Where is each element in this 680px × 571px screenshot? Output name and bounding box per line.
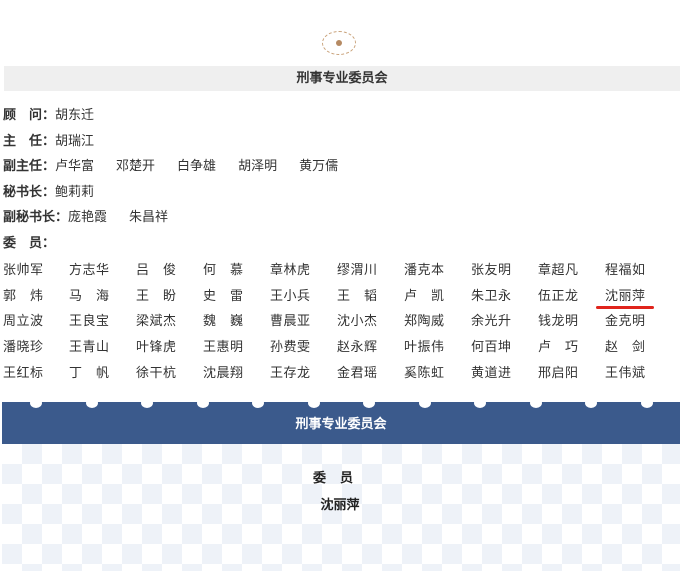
member-name: 魏巍	[203, 314, 243, 330]
role-person-name: 胡瑞江	[55, 133, 95, 149]
role-names: 胡东迁	[55, 108, 116, 123]
role-row: 委 员：	[3, 231, 360, 257]
role-row: 副主任：卢华富 邓楚开 白争雄 胡泽明 黄万儒	[3, 154, 360, 180]
role-label: 副主任：	[3, 159, 56, 174]
role-names: 鲍莉莉	[55, 185, 116, 200]
member-name: 金君瑶	[337, 365, 377, 381]
member-name: 曹晨亚	[270, 314, 310, 330]
scallop-shape	[474, 398, 486, 408]
member-name: 丁帆	[69, 365, 109, 381]
scallop-shape	[307, 398, 320, 408]
member-name: 金克明	[605, 314, 645, 330]
role-row: 秘书长：鲍莉莉	[3, 180, 360, 206]
member-name: 马海	[69, 288, 109, 304]
scallop-shape	[85, 398, 98, 408]
scallop-shape	[363, 398, 375, 408]
role-person-name: 朱昌祥	[129, 210, 169, 225]
member-name: 程福如	[605, 263, 645, 278]
role-row: 副秘书长：庞艳霞 朱昌祥	[3, 205, 360, 231]
member-name: 王小兵	[270, 288, 310, 304]
member-name: 沈小杰	[337, 314, 377, 330]
member-name: 缪渭川	[337, 263, 377, 278]
member-name: 孙费雯	[270, 340, 310, 356]
role-label: 委 员：	[3, 235, 56, 251]
role-label: 主 任：	[3, 133, 56, 149]
member-name: 潘克本	[404, 263, 444, 278]
member-name: 郑陶威	[404, 314, 444, 330]
member-name: 王伟斌	[605, 365, 645, 381]
member-name: 吕俊	[136, 263, 176, 278]
scallop-shape	[252, 398, 264, 408]
role-label: 顾 问：	[3, 108, 56, 123]
member-name: 赵永辉	[337, 340, 377, 356]
member-name: 伍正龙	[538, 288, 578, 304]
member-name: 卢巧	[538, 340, 578, 356]
member-name: 朱卫永	[471, 288, 511, 304]
member-name: 周立波	[3, 314, 43, 330]
member-name: 邢启阳	[538, 365, 578, 381]
member-name: 奚陈虹	[404, 365, 444, 381]
scallop-shape	[196, 398, 209, 408]
member-name: 梁斌杰	[136, 314, 176, 330]
member-name: 王盼	[136, 288, 176, 304]
role-label: 秘书长：	[3, 184, 56, 200]
member-name: 方志华	[69, 263, 109, 278]
role-names: 卢华富 邓楚开 白争雄 胡泽明 黄万儒	[55, 159, 360, 174]
role-row: 顾 问：胡东迁	[3, 103, 360, 129]
section-title: 刑事专业委员会	[4, 66, 680, 91]
member-name: 王存龙	[270, 365, 310, 381]
member-name: 史雷	[203, 288, 243, 304]
role-names: 庞艳霞 朱昌祥	[68, 210, 190, 225]
member-name: 王惠明	[203, 340, 243, 356]
role-person-name: 胡泽明	[238, 159, 278, 174]
role-person-name: 黄万儒	[299, 159, 339, 174]
role-label: 副秘书长：	[3, 210, 69, 225]
card-role: 委员	[312, 471, 367, 486]
member-name: 王红标	[3, 365, 43, 381]
scallop-shape	[640, 398, 653, 408]
role-person-name: 鲍莉莉	[55, 184, 95, 200]
member-name: 王青山	[69, 340, 109, 356]
role-person-name: 邓楚开	[116, 159, 156, 174]
member-name: 王韬	[337, 288, 377, 304]
role-person-name: 卢华富	[55, 159, 95, 174]
member-name: 张友明	[471, 263, 511, 278]
member-name: 卢凯	[404, 288, 444, 304]
decorative-ornament-icon	[322, 31, 356, 55]
role-person-name: 胡东迁	[55, 108, 95, 123]
role-names: 胡瑞江	[55, 134, 116, 149]
ornament-dot	[336, 40, 342, 46]
member-name: 叶振伟	[404, 340, 444, 356]
role-person-name: 庞艳霞	[68, 210, 108, 225]
member-name: 黄道进	[471, 365, 511, 381]
member-name: 章林虎	[270, 263, 310, 278]
member-name: 章超凡	[538, 263, 578, 278]
member-name: 余光升	[471, 314, 511, 330]
member-name: 沈晨翔	[203, 365, 243, 381]
member-name: 赵剑	[605, 340, 645, 356]
scallop-shape	[418, 398, 431, 408]
member-name: 钱龙明	[538, 314, 578, 330]
member-name: 徐干杭	[136, 365, 176, 381]
highlight-underline	[596, 306, 654, 309]
member-name: 张帅军	[3, 263, 43, 278]
card-banner-title: 刑事专业委员会	[2, 402, 680, 444]
role-person-name: 白争雄	[177, 159, 217, 174]
roles-list: 顾 问：胡东迁主 任：胡瑞江 副主任：卢华富 邓楚开 白争雄 胡泽明 黄万儒 秘书长：鲍莉莉…	[3, 103, 360, 256]
role-row: 主 任：胡瑞江	[3, 129, 360, 155]
member-name: 郭炜	[3, 288, 43, 304]
card-name: 沈丽萍	[320, 498, 360, 513]
scallop-shape	[141, 398, 153, 408]
member-name: 王良宝	[69, 314, 109, 330]
scallop-shape	[585, 398, 597, 408]
member-name: 叶锋虎	[136, 340, 176, 356]
scallop-shape	[529, 398, 542, 408]
member-name: 何慕	[203, 263, 243, 278]
member-name: 潘晓珍	[3, 340, 43, 356]
member-name: 何百坤	[471, 340, 511, 356]
scallop-shape	[30, 398, 42, 408]
